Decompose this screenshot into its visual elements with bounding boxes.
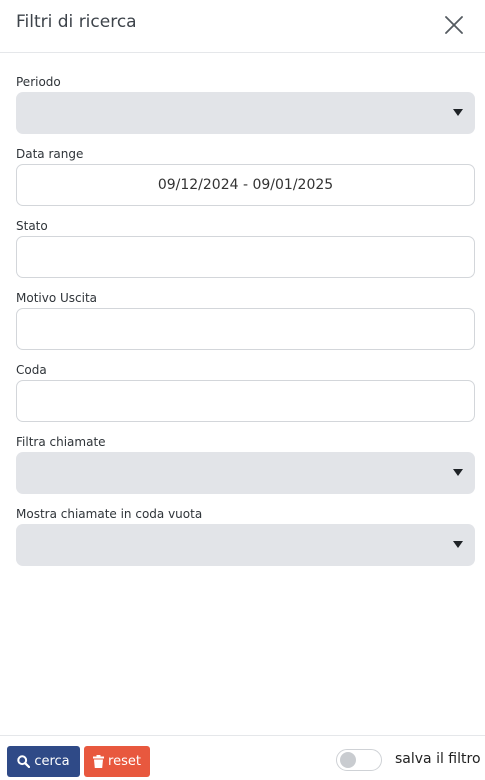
reset-button[interactable]: reset	[84, 746, 150, 777]
filtra-chiamate-label: Filtra chiamate	[16, 435, 106, 449]
stato-label: Stato	[16, 219, 48, 233]
panel-header: Filtri di ricerca	[0, 0, 485, 53]
mostra-chiamate-label: Mostra chiamate in coda vuota	[16, 507, 203, 521]
filtra-chiamate-field: Filtra chiamate	[16, 433, 475, 494]
periodo-select[interactable]	[16, 92, 475, 134]
save-filter-label: salva il filtro	[395, 751, 481, 767]
motivo-uscita-input[interactable]	[16, 308, 475, 350]
panel-footer: cerca reset salva il filtro	[0, 735, 485, 780]
data-range-field: Data range	[16, 145, 475, 206]
coda-field: Coda	[16, 361, 475, 422]
caret-down-icon	[453, 469, 463, 476]
mostra-chiamate-select[interactable]	[16, 524, 475, 566]
search-icon	[17, 755, 31, 768]
data-range-input[interactable]	[16, 164, 475, 206]
caret-down-icon	[453, 541, 463, 548]
motivo-uscita-label: Motivo Uscita	[16, 291, 98, 305]
motivo-uscita-field: Motivo Uscita	[16, 289, 475, 350]
filter-form: Periodo Data range Stato Motivo Uscita C…	[0, 53, 485, 566]
coda-input[interactable]	[16, 380, 475, 422]
trash-icon	[93, 755, 105, 768]
caret-down-icon	[453, 109, 463, 116]
coda-label: Coda	[16, 363, 47, 377]
search-button-label: cerca	[34, 754, 70, 769]
periodo-label: Periodo	[16, 75, 61, 89]
stato-input[interactable]	[16, 236, 475, 278]
reset-button-label: reset	[108, 754, 141, 769]
panel-title: Filtri di ricerca	[16, 12, 137, 32]
filtra-chiamate-select[interactable]	[16, 452, 475, 494]
search-filters-panel: Filtri di ricerca Periodo Data range Sta…	[0, 0, 485, 780]
data-range-label: Data range	[16, 147, 84, 161]
save-filter-toggle[interactable]	[336, 749, 382, 771]
periodo-field: Periodo	[16, 73, 475, 134]
close-icon[interactable]	[445, 16, 463, 34]
stato-field: Stato	[16, 217, 475, 278]
mostra-chiamate-field: Mostra chiamate in coda vuota	[16, 505, 475, 566]
toggle-knob	[340, 752, 356, 768]
search-button[interactable]: cerca	[7, 746, 80, 777]
